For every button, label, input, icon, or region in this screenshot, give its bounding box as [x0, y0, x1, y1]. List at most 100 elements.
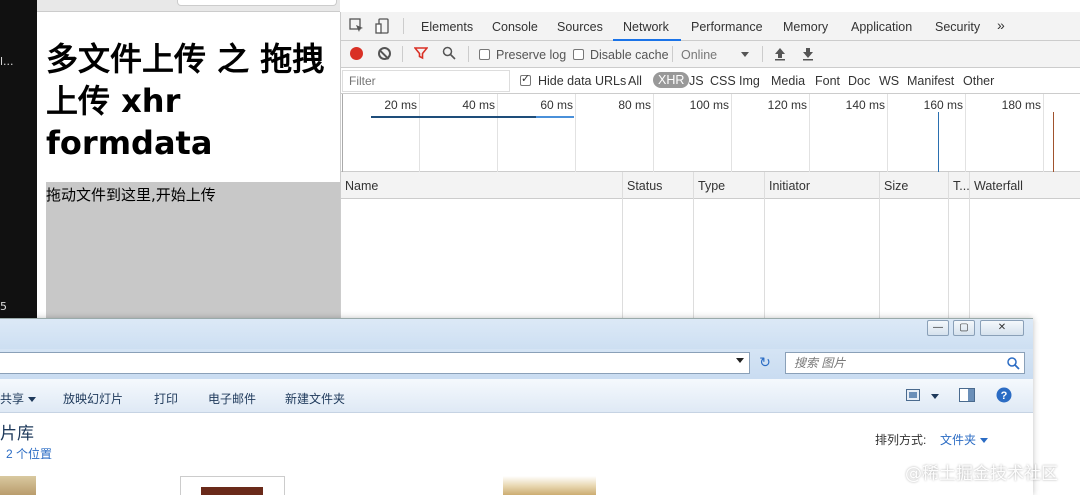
- tab-application[interactable]: Application: [851, 20, 912, 34]
- preserve-log-label: Preserve log: [496, 48, 567, 62]
- more-tabs-button[interactable]: »: [997, 17, 1005, 33]
- column-type[interactable]: Type: [698, 179, 725, 193]
- browser-chrome: [37, 0, 340, 12]
- column-size[interactable]: Size: [884, 179, 908, 193]
- page-heading: 多文件上传 之 拖拽上传 xhr formdata: [46, 40, 325, 162]
- filter-js[interactable]: JS: [689, 74, 704, 88]
- disable-cache-checkbox[interactable]: [573, 49, 584, 60]
- minimize-button[interactable]: —: [927, 320, 949, 336]
- library-title: 片库: [0, 424, 34, 443]
- timeline-tick: 60 ms: [540, 98, 573, 112]
- filter-img[interactable]: Img: [739, 74, 760, 88]
- throttle-select[interactable]: Online: [681, 48, 717, 62]
- filter-doc[interactable]: Doc: [848, 74, 870, 88]
- tab-network[interactable]: Network: [623, 20, 669, 34]
- explorer-search-input[interactable]: 搜索 图片: [785, 352, 1025, 374]
- timeline-gridline: [887, 94, 888, 172]
- timeline-tick: 180 ms: [1001, 98, 1041, 112]
- share-label: 共享: [0, 392, 25, 406]
- timeline-request-bar: [371, 116, 536, 118]
- search-icon[interactable]: [1006, 356, 1020, 370]
- timeline-gridline: [575, 94, 576, 172]
- chevron-down-icon[interactable]: [931, 394, 939, 399]
- record-button[interactable]: [350, 47, 363, 60]
- new-folder-button[interactable]: 新建文件夹: [285, 390, 345, 407]
- column-status[interactable]: Status: [627, 179, 662, 193]
- tab-memory[interactable]: Memory: [783, 20, 828, 34]
- refresh-button[interactable]: ↻: [754, 352, 776, 374]
- hide-data-urls-label: Hide data URLs: [538, 74, 627, 88]
- timeline-gridline: [809, 94, 810, 172]
- explorer-titlebar[interactable]: — ▢ ✕: [0, 319, 1033, 349]
- terminal-text: 5: [0, 300, 7, 313]
- network-toolbar: Preserve log Disable cache Online: [341, 41, 1080, 68]
- domcontentloaded-marker: [938, 112, 939, 172]
- arrange-by-select[interactable]: 文件夹: [940, 431, 989, 448]
- filter-ws[interactable]: WS: [879, 74, 899, 88]
- svg-text:?: ?: [1001, 390, 1008, 402]
- close-button[interactable]: ✕: [980, 320, 1024, 336]
- column-name[interactable]: Name: [345, 179, 378, 193]
- address-bar[interactable]: [177, 0, 337, 6]
- folder-thumbnail[interactable]: [503, 476, 596, 495]
- column-time[interactable]: T...: [953, 179, 970, 193]
- filter-font[interactable]: Font: [815, 74, 840, 88]
- search-placeholder: 搜索 图片: [794, 356, 846, 370]
- print-button[interactable]: 打印: [154, 390, 178, 407]
- hide-data-urls-checkbox[interactable]: [520, 72, 531, 86]
- filter-icon[interactable]: [414, 46, 428, 60]
- filter-xhr[interactable]: XHR: [653, 72, 690, 88]
- folder-thumbnail[interactable]: [180, 476, 285, 495]
- chevron-down-icon[interactable]: [741, 52, 749, 57]
- timeline-overview[interactable]: 20 ms 40 ms 60 ms 80 ms 100 ms 120 ms 14…: [341, 94, 1080, 172]
- separator: [672, 46, 673, 62]
- filter-css[interactable]: CSS: [710, 74, 736, 88]
- load-marker: [1053, 112, 1054, 172]
- column-initiator[interactable]: Initiator: [769, 179, 810, 193]
- filter-bar: Hide data URLs All XHR JS CSS Img Media …: [341, 68, 1080, 94]
- device-toggle-icon[interactable]: [375, 18, 391, 34]
- clear-button[interactable]: [378, 47, 391, 60]
- filter-all[interactable]: All: [628, 74, 642, 88]
- disable-cache-label: Disable cache: [590, 48, 669, 62]
- timeline-gridline: [497, 94, 498, 172]
- separator: [468, 46, 469, 62]
- column-waterfall[interactable]: Waterfall: [974, 179, 1023, 193]
- explorer-address-row: ↻ 搜索 图片: [0, 349, 1033, 379]
- email-button[interactable]: 电子邮件: [208, 390, 256, 407]
- separator: [762, 46, 763, 62]
- chevron-down-icon: [28, 397, 37, 403]
- view-options-icon[interactable]: [906, 389, 920, 401]
- folder-thumbnail[interactable]: [0, 476, 36, 495]
- drop-zone-text: 拖动文件到这里,开始上传: [46, 186, 216, 204]
- timeline-request-bar: [536, 116, 574, 118]
- filter-input[interactable]: [342, 70, 510, 92]
- inspect-icon[interactable]: [349, 18, 365, 34]
- tab-security[interactable]: Security: [935, 20, 980, 34]
- explorer-content: 片库 2 个位置 排列方式: 文件夹: [0, 413, 1033, 495]
- timeline-tick: 40 ms: [462, 98, 495, 112]
- tab-performance[interactable]: Performance: [691, 20, 763, 34]
- arrange-by-label: 排列方式:: [875, 433, 927, 447]
- export-har-icon[interactable]: [802, 47, 814, 61]
- terminal-text: l...: [0, 55, 14, 68]
- slideshow-button[interactable]: 放映幻灯片: [63, 390, 123, 407]
- filter-manifest[interactable]: Manifest: [907, 74, 954, 88]
- tab-console[interactable]: Console: [492, 20, 538, 34]
- explorer-address-bar[interactable]: [0, 352, 750, 374]
- filter-other[interactable]: Other: [963, 74, 994, 88]
- library-locations-link[interactable]: 2 个位置: [6, 445, 52, 462]
- import-har-icon[interactable]: [774, 47, 786, 61]
- filter-media[interactable]: Media: [771, 74, 805, 88]
- search-icon[interactable]: [442, 46, 456, 60]
- separator: [403, 18, 404, 34]
- share-button[interactable]: 共享: [0, 390, 37, 407]
- maximize-button[interactable]: ▢: [953, 320, 975, 336]
- chevron-down-icon[interactable]: [736, 358, 744, 363]
- tab-sources[interactable]: Sources: [557, 20, 603, 34]
- tab-elements[interactable]: Elements: [421, 20, 473, 34]
- preserve-log-checkbox[interactable]: [479, 49, 490, 60]
- preview-pane-icon[interactable]: [959, 388, 975, 402]
- image-preview: [201, 487, 263, 495]
- help-icon[interactable]: ?: [996, 387, 1012, 403]
